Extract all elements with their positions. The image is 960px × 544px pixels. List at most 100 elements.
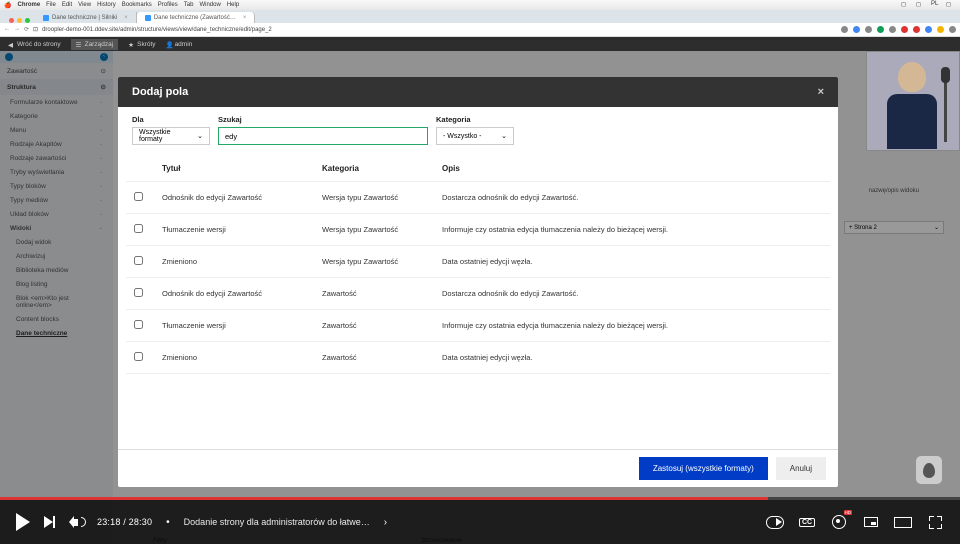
back-to-site[interactable]: ◀Wróć do strony bbox=[8, 41, 61, 48]
category-select[interactable]: - Wszystko -⌄ bbox=[436, 127, 514, 145]
apple-icon[interactable]: 🍎 bbox=[4, 2, 11, 9]
subtitles-button[interactable]: CC bbox=[798, 513, 816, 531]
row-checkbox[interactable] bbox=[134, 320, 143, 329]
ext-icon[interactable] bbox=[949, 26, 956, 33]
reload-icon[interactable]: ⟳ bbox=[24, 26, 29, 33]
close-tab-icon[interactable]: × bbox=[243, 15, 247, 21]
row-title: Zmieniono bbox=[162, 353, 322, 362]
window-controls[interactable] bbox=[4, 18, 35, 23]
menu-profiles[interactable]: Profiles bbox=[158, 2, 178, 8]
ext-icon[interactable] bbox=[913, 26, 920, 33]
for-filter: Dla Wszystkie formaty⌄ bbox=[132, 115, 210, 145]
bullet: • bbox=[166, 517, 170, 528]
table-row[interactable]: Tłumaczenie wersjiZawartośćInformuje czy… bbox=[126, 310, 830, 342]
close-tab-icon[interactable]: × bbox=[124, 15, 128, 21]
col-title: Tytuł bbox=[162, 164, 322, 173]
table-row[interactable]: Tłumaczenie wersjiWersja typu ZawartośćI… bbox=[126, 214, 830, 246]
ext-icon[interactable] bbox=[877, 26, 884, 33]
status-icon[interactable]: ◻ bbox=[946, 1, 956, 9]
ext-icon[interactable] bbox=[889, 26, 896, 33]
fullscreen-button[interactable] bbox=[926, 513, 944, 531]
menu-tab[interactable]: Tab bbox=[184, 2, 194, 8]
row-checkbox[interactable] bbox=[134, 288, 143, 297]
ext-icon[interactable] bbox=[865, 26, 872, 33]
table-row[interactable]: ZmienionoZawartośćData ostatniej edycji … bbox=[126, 342, 830, 374]
modal-header: Dodaj pola × bbox=[118, 77, 838, 107]
table-header: Tytuł Kategoria Opis bbox=[126, 156, 830, 182]
menu-window[interactable]: Window bbox=[199, 2, 220, 8]
address-bar[interactable]: droopler-demo-001.ddev.site/admin/struct… bbox=[42, 27, 837, 33]
forward-icon[interactable]: → bbox=[14, 26, 20, 33]
settings-button[interactable]: HD bbox=[830, 513, 848, 531]
microphone-icon bbox=[941, 67, 950, 83]
row-description: Dostarcza odnośnik do edycji Zawartość. bbox=[442, 289, 822, 298]
channel-logo bbox=[916, 456, 942, 484]
col-category: Kategoria bbox=[322, 164, 442, 173]
search-filter: Szukaj bbox=[218, 115, 428, 145]
ext-icon[interactable] bbox=[841, 26, 848, 33]
row-title: Odnośnik do edycji Zawartość bbox=[162, 289, 322, 298]
next-button[interactable] bbox=[44, 516, 55, 528]
table-row[interactable]: ZmienionoWersja typu ZawartośćData ostat… bbox=[126, 246, 830, 278]
site-info-icon[interactable]: ⊡ bbox=[33, 26, 38, 33]
menu-help[interactable]: Help bbox=[227, 2, 239, 8]
modal-footer: Zastosuj (wszystkie formaty) Anuluj bbox=[118, 449, 838, 487]
apply-button[interactable]: Zastosuj (wszystkie formaty) bbox=[639, 457, 768, 480]
for-select[interactable]: Wszystkie formaty⌄ bbox=[132, 127, 210, 145]
miniplayer-button[interactable] bbox=[862, 513, 880, 531]
manage-link[interactable]: ☰Zarządzaj bbox=[71, 39, 119, 50]
close-icon[interactable]: × bbox=[818, 86, 824, 98]
row-category: Wersja typu Zawartość bbox=[322, 257, 442, 266]
menu-edit[interactable]: Edit bbox=[62, 2, 72, 8]
lang-indicator[interactable]: PL bbox=[931, 1, 941, 9]
row-checkbox[interactable] bbox=[134, 224, 143, 233]
browser-tab[interactable]: Dane techniczne | Silniki× bbox=[35, 12, 137, 23]
ext-icon[interactable] bbox=[901, 26, 908, 33]
menu-history[interactable]: History bbox=[97, 2, 116, 8]
row-checkbox[interactable] bbox=[134, 256, 143, 265]
chrome-toolbar: ← → ⟳ ⊡ droopler-demo-001.ddev.site/admi… bbox=[0, 23, 960, 37]
ext-icon[interactable] bbox=[853, 26, 860, 33]
status-icon[interactable]: ◻ bbox=[916, 1, 926, 9]
play-button[interactable] bbox=[16, 513, 30, 531]
browser-tab-active[interactable]: Dane techniczne (Zawartość… × bbox=[137, 12, 256, 23]
nav-buttons: ← → ⟳ bbox=[4, 26, 29, 33]
chevron-right-icon[interactable]: › bbox=[384, 517, 387, 528]
drupal-admin-toolbar: ◀Wróć do strony ☰Zarządzaj ★Skróty 👤admi… bbox=[0, 37, 960, 51]
tab-title: Dane techniczne (Zawartość… bbox=[154, 15, 236, 21]
category-label: Kategoria bbox=[436, 115, 514, 124]
row-checkbox[interactable] bbox=[134, 352, 143, 361]
theater-button[interactable] bbox=[894, 513, 912, 531]
ext-icon[interactable] bbox=[925, 26, 932, 33]
status-icon[interactable]: ◻ bbox=[901, 1, 911, 9]
menu-file[interactable]: File bbox=[46, 2, 56, 8]
search-input[interactable] bbox=[218, 127, 428, 145]
row-category: Wersja typu Zawartość bbox=[322, 193, 442, 202]
volume-button[interactable] bbox=[69, 515, 83, 529]
cancel-button[interactable]: Anuluj bbox=[776, 457, 826, 480]
fields-table: Tytuł Kategoria Opis Odnośnik do edycji … bbox=[126, 156, 830, 374]
user-icon: 👤 bbox=[166, 41, 172, 47]
menu-view[interactable]: View bbox=[78, 2, 91, 8]
row-checkbox[interactable] bbox=[134, 192, 143, 201]
shortcuts-link[interactable]: ★Skróty bbox=[128, 41, 155, 48]
ext-icon[interactable] bbox=[937, 26, 944, 33]
search-field[interactable] bbox=[225, 132, 421, 141]
back-icon[interactable]: ← bbox=[4, 26, 10, 33]
row-description: Informuje czy ostatnia edycja tłumaczeni… bbox=[442, 225, 822, 234]
autoplay-toggle[interactable] bbox=[766, 513, 784, 531]
row-description: Dostarcza odnośnik do edycji Zawartość. bbox=[442, 193, 822, 202]
row-category: Wersja typu Zawartość bbox=[322, 225, 442, 234]
time-display: 23:18 / 28:30 bbox=[97, 517, 152, 527]
extension-icons bbox=[841, 26, 956, 33]
app-name[interactable]: Chrome bbox=[17, 2, 40, 8]
menu-icon: ☰ bbox=[76, 41, 82, 47]
menu-bookmarks[interactable]: Bookmarks bbox=[122, 2, 152, 8]
search-label: Szukaj bbox=[218, 115, 428, 124]
table-row[interactable]: Odnośnik do edycji ZawartośćWersja typu … bbox=[126, 182, 830, 214]
add-fields-modal: Dodaj pola × Dla Wszystkie formaty⌄ Szuk… bbox=[118, 77, 838, 487]
category-filter: Kategoria - Wszystko -⌄ bbox=[436, 115, 514, 145]
chapter-title[interactable]: Dodanie strony dla administratorów do ła… bbox=[184, 517, 370, 527]
user-link[interactable]: 👤admin bbox=[166, 41, 193, 48]
table-row[interactable]: Odnośnik do edycji ZawartośćZawartośćDos… bbox=[126, 278, 830, 310]
